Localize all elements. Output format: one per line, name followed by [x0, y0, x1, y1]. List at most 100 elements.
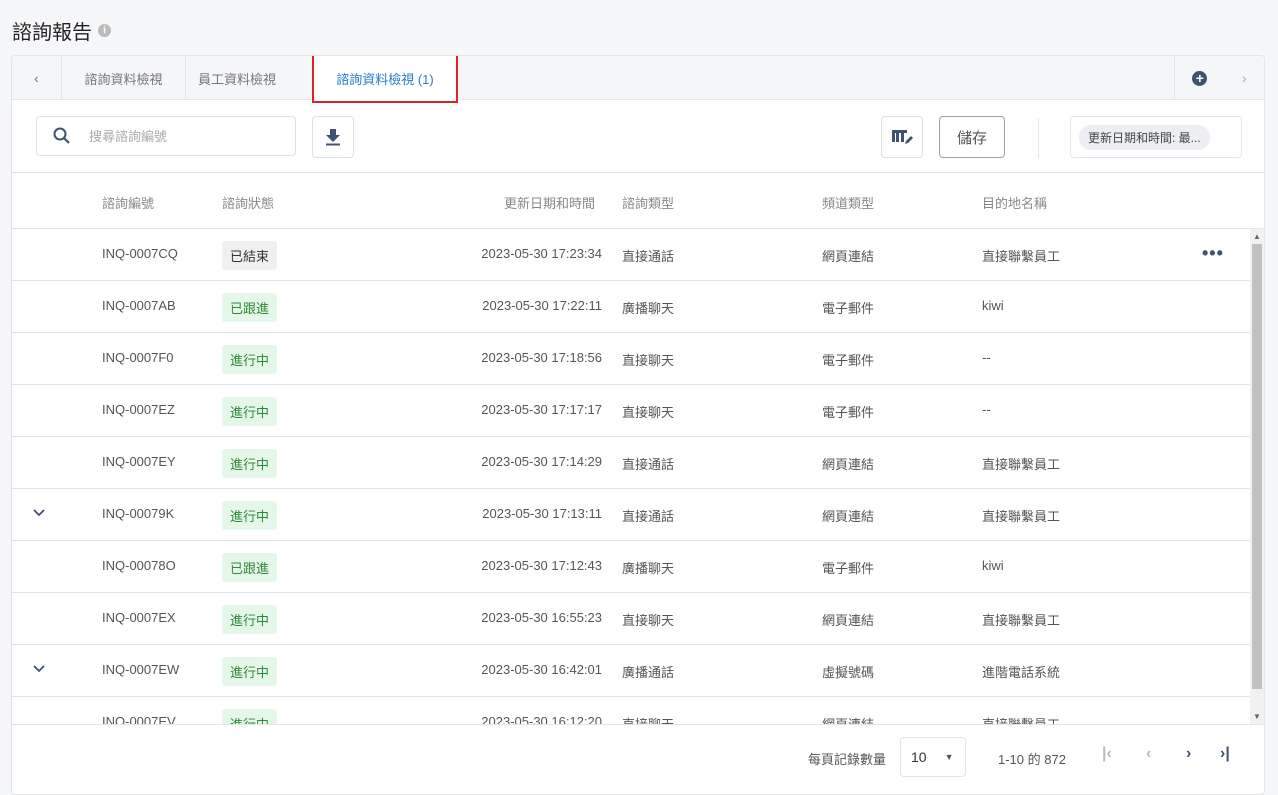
inquiry-id[interactable]: INQ-0007EX	[102, 610, 176, 625]
page-range: 1-10 的 872	[998, 752, 1066, 767]
inquiry-id[interactable]: INQ-0007F0	[102, 350, 174, 365]
per-page-select[interactable]: 10 ▼	[900, 737, 966, 777]
channel-type: 網頁連結	[822, 714, 874, 724]
status-badge: 進行中	[222, 605, 278, 634]
col-channel-type[interactable]: 頻道類型	[822, 193, 874, 212]
inquiry-id[interactable]: INQ-0007EV	[102, 714, 176, 724]
updated-datetime: 2023-05-30 17:14:29	[481, 454, 602, 469]
destination: 直接聯繫員工	[982, 613, 1061, 628]
save-button[interactable]: 儲存	[939, 116, 1005, 158]
channel-type: 電子郵件	[822, 353, 875, 368]
divider	[1038, 118, 1039, 158]
channel-type: 虛擬號碼	[822, 665, 875, 680]
status-badge: 進行中	[222, 345, 278, 374]
channel-type: 網頁連結	[822, 249, 875, 264]
tab-inquiry-view[interactable]: 諮詢資料檢視	[62, 56, 186, 100]
scrollbar-thumb[interactable]	[1252, 244, 1262, 689]
scroll-up-icon[interactable]: ▲	[1253, 232, 1261, 241]
table-row[interactable]: INQ-0007EW 進行中 2023-05-30 16:42:01 廣播通話 虛擬號碼…	[12, 645, 1250, 697]
inquiry-id[interactable]: INQ-0007CQ	[102, 246, 178, 261]
download-icon	[326, 129, 340, 146]
status-badge: 進行中	[222, 709, 278, 724]
download-button[interactable]	[312, 116, 354, 158]
pagination: 每頁記錄數量 10 ▼ 1-10 的 872 |‹ ‹ › ›|	[12, 724, 1264, 784]
table-row[interactable]: INQ-0007EV 進行中 2023-05-30 16:12:20 直接聊天 網頁連結…	[12, 697, 1250, 724]
search-box	[36, 116, 296, 156]
col-updated[interactable]: 更新日期和時間	[504, 193, 595, 212]
updated-datetime: 2023-05-30 16:12:20	[481, 714, 602, 724]
updated-datetime: 2023-05-30 17:12:43	[481, 558, 602, 573]
status-badge: 進行中	[222, 449, 278, 478]
table-row[interactable]: INQ-0007CQ 已結束 2023-05-30 17:23:34 直接通話 網頁連結…	[12, 229, 1250, 281]
first-page-icon[interactable]: |‹	[1102, 745, 1112, 763]
report-panel: ‹ 諮詢資料檢視 員工資料檢視 諮詢資料檢視 (1) + › 儲存 更新日期和時…	[11, 55, 1265, 795]
updated-datetime: 2023-05-30 17:13:11	[482, 506, 602, 521]
more-actions-icon[interactable]: •••	[1202, 243, 1224, 264]
expand-chevron-icon[interactable]	[32, 661, 46, 675]
inquiry-type: 直接通話	[622, 509, 675, 524]
updated-datetime: 2023-05-30 16:42:01	[481, 662, 602, 677]
channel-type: 電子郵件	[822, 561, 875, 576]
per-page-value: 10	[911, 749, 927, 765]
inquiry-id[interactable]: INQ-0007EZ	[102, 402, 175, 417]
search-icon	[53, 127, 70, 144]
updated-datetime: 2023-05-30 16:55:23	[481, 610, 602, 625]
destination: 進階電話系統	[982, 665, 1061, 680]
inquiry-id[interactable]: INQ-0007AB	[102, 298, 176, 313]
inquiry-type: 廣播聊天	[622, 301, 675, 316]
sort-filter[interactable]: 更新日期和時間: 最...	[1070, 116, 1242, 158]
col-status[interactable]: 諮詢狀態	[222, 193, 274, 212]
col-inquiry-id[interactable]: 諮詢編號	[102, 193, 154, 212]
page-title-text: 諮詢報告	[12, 22, 92, 44]
col-inquiry-type[interactable]: 諮詢類型	[622, 193, 674, 212]
table-row[interactable]: INQ-00079K 進行中 2023-05-30 17:13:11 直接通話 網頁連結…	[12, 489, 1250, 541]
status-badge: 已跟進	[222, 293, 278, 322]
expand-chevron-icon[interactable]	[32, 505, 46, 519]
inquiry-type: 直接通話	[622, 457, 675, 472]
table-row[interactable]: INQ-0007EZ 進行中 2023-05-30 17:17:17 直接聊天 電子郵件…	[12, 385, 1250, 437]
next-page-icon[interactable]: ›	[1186, 745, 1191, 763]
col-destination[interactable]: 目的地名稱	[982, 193, 1047, 212]
inquiry-id[interactable]: INQ-0007EW	[102, 662, 179, 677]
tab-scroll-left[interactable]: ‹	[12, 56, 62, 100]
inquiry-type: 直接聊天	[622, 405, 675, 420]
updated-datetime: 2023-05-30 17:17:17	[481, 402, 602, 417]
sort-chip[interactable]: 更新日期和時間: 最...	[1079, 124, 1210, 150]
prev-page-icon[interactable]: ‹	[1146, 745, 1151, 763]
status-badge: 進行中	[222, 397, 278, 426]
table-row[interactable]: INQ-0007F0 進行中 2023-05-30 17:18:56 直接聊天 電子郵件…	[12, 333, 1250, 385]
destination: kiwi	[982, 298, 1004, 313]
tab-scroll-right[interactable]: ›	[1242, 70, 1247, 86]
table-row[interactable]: INQ-00078O 已跟進 2023-05-30 17:12:43 廣播聊天 電子郵件…	[12, 541, 1250, 593]
channel-type: 電子郵件	[822, 405, 875, 420]
info-icon[interactable]: i	[98, 24, 111, 37]
status-badge: 進行中	[222, 657, 278, 686]
search-input[interactable]	[89, 128, 269, 144]
tab-staff-view[interactable]: 員工資料檢視	[186, 56, 288, 100]
channel-type: 網頁連結	[822, 509, 875, 524]
status-badge: 已跟進	[222, 553, 278, 582]
destination: 直接聯繫員工	[982, 457, 1061, 472]
scroll-down-icon[interactable]: ▼	[1253, 712, 1261, 721]
destination: 直接聯繫員工	[982, 714, 1060, 724]
table-row[interactable]: INQ-0007EX 進行中 2023-05-30 16:55:23 直接聊天 網頁連結…	[12, 593, 1250, 645]
tab-inquiry-view-1[interactable]: 諮詢資料檢視 (1)	[312, 56, 458, 103]
inquiry-type: 廣播聊天	[622, 561, 675, 576]
destination: --	[982, 350, 991, 365]
updated-datetime: 2023-05-30 17:18:56	[481, 350, 602, 365]
edit-columns-button[interactable]	[881, 116, 923, 158]
table-row[interactable]: INQ-0007EY 進行中 2023-05-30 17:14:29 直接通話 網頁連結…	[12, 437, 1250, 489]
add-tab-icon[interactable]: +	[1192, 70, 1208, 86]
table-row[interactable]: INQ-0007AB 已跟進 2023-05-30 17:22:11 廣播聊天 電子郵件…	[12, 281, 1250, 333]
table-header: 諮詢編號 諮詢狀態 更新日期和時間 諮詢類型 頻道類型 目的地名稱	[12, 172, 1264, 229]
updated-datetime: 2023-05-30 17:23:34	[481, 246, 602, 261]
last-page-icon[interactable]: ›|	[1220, 745, 1230, 763]
channel-type: 電子郵件	[822, 301, 875, 316]
caret-down-icon: ▼	[944, 752, 954, 762]
inquiry-id[interactable]: INQ-0007EY	[102, 454, 176, 469]
channel-type: 網頁連結	[822, 613, 875, 628]
updated-datetime: 2023-05-30 17:22:11	[482, 298, 602, 313]
inquiry-id[interactable]: INQ-00079K	[102, 506, 174, 521]
inquiry-id[interactable]: INQ-00078O	[102, 558, 176, 573]
scrollbar[interactable]: ▲ ▼	[1250, 229, 1264, 724]
